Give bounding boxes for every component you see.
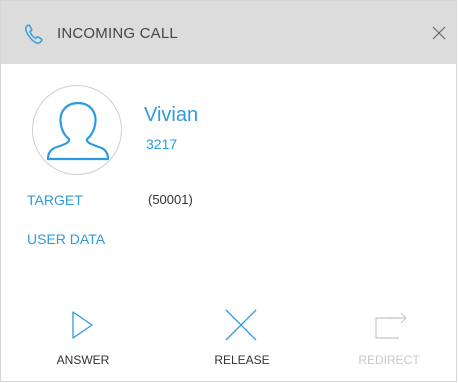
close-icon[interactable] — [432, 26, 446, 40]
caller-avatar — [32, 85, 122, 175]
user-avatar-icon — [46, 101, 110, 161]
redirect-arrow-icon — [375, 312, 407, 339]
caller-number: 3217 — [146, 136, 178, 152]
release-label: RELEASE — [214, 353, 270, 367]
redirect-label: REDIRECT — [358, 353, 420, 367]
answer-button[interactable]: ANSWER — [33, 307, 133, 377]
target-value: (50001) — [148, 192, 193, 207]
release-button[interactable]: RELEASE — [192, 307, 292, 377]
user-data-link[interactable]: USER DATA — [27, 231, 105, 247]
incoming-call-dialog: INCOMING CALL Vivian 3217 TARGET (50001)… — [0, 0, 457, 382]
phone-icon — [25, 24, 43, 44]
title-bar: INCOMING CALL — [1, 1, 456, 64]
caller-name: Vivian — [144, 104, 199, 126]
dialog-title: INCOMING CALL — [57, 25, 178, 42]
redirect-button[interactable]: REDIRECT — [339, 307, 439, 377]
play-icon — [72, 311, 93, 339]
target-label: TARGET — [27, 192, 83, 208]
answer-label: ANSWER — [56, 353, 110, 367]
x-icon — [225, 309, 257, 341]
